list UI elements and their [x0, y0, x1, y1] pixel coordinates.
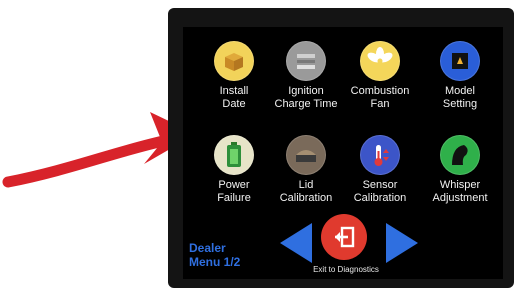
prev-page-arrow-icon[interactable]: [278, 221, 314, 265]
grill-icon: [440, 41, 480, 81]
next-page-arrow-icon[interactable]: [384, 221, 420, 265]
tile-label: Combustion Fan: [350, 85, 410, 110]
tile-whisper-adjustment[interactable]: Whisper Adjustment: [417, 135, 503, 231]
battery-icon: [214, 135, 254, 175]
exit-to-diagnostics-label: Exit to Diagnostics: [313, 265, 379, 274]
lid-icon: [286, 135, 326, 175]
tile-label: Model Setting: [442, 85, 478, 110]
box-icon: [214, 41, 254, 81]
whisper-icon: [440, 135, 480, 175]
controller-screen: Install Date Ignition Charge Time Combusti…: [183, 27, 503, 279]
tile-combustion-fan[interactable]: Combustion Fan: [337, 41, 423, 137]
thermometer-icon: [360, 135, 400, 175]
tile-model-setting[interactable]: Model Setting: [417, 41, 503, 137]
fan-icon: [360, 41, 400, 81]
dealer-menu-indicator: Dealer Menu 1/2: [189, 241, 241, 269]
exit-icon: [335, 226, 355, 248]
tile-label: Power Failure: [217, 179, 251, 204]
tile-label: Sensor Calibration: [353, 179, 407, 204]
tile-label: Ignition Charge Time: [274, 85, 338, 110]
igniter-icon: [286, 41, 326, 81]
exit-to-diagnostics-button[interactable]: [321, 214, 367, 260]
tile-label: Install Date: [219, 85, 249, 110]
tile-label: Whisper Adjustment: [432, 179, 488, 204]
tile-label: Lid Calibration: [279, 179, 333, 204]
